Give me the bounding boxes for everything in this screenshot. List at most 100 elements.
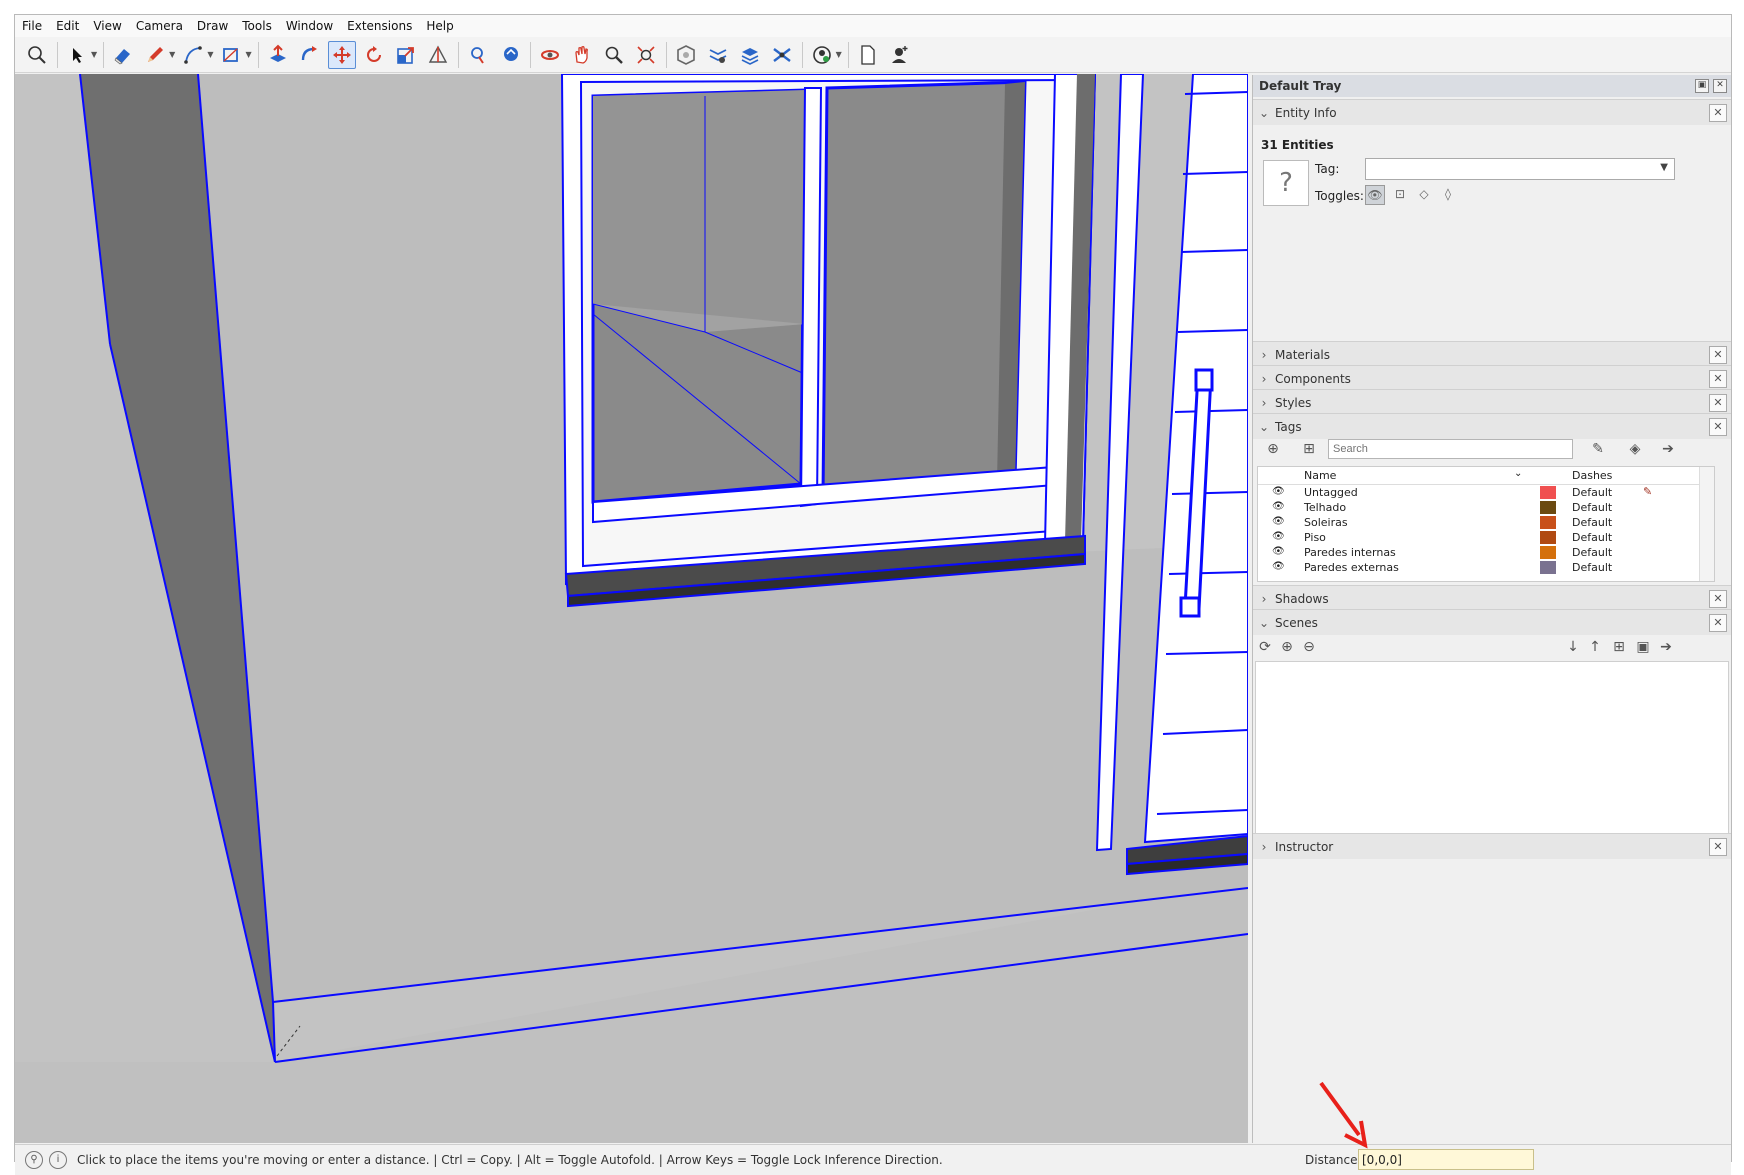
menu-file[interactable]: File — [15, 15, 49, 37]
chevron-down-icon[interactable]: ⌄ — [1514, 468, 1522, 479]
panel-tags[interactable]: ⌄ Tags ✕ — [1253, 413, 1731, 439]
eye-icon[interactable]: 👁 — [1272, 561, 1285, 572]
close-icon[interactable]: ✕ — [1709, 838, 1727, 856]
visible-eye-icon[interactable]: 👁 — [1365, 185, 1385, 205]
pan-icon[interactable] — [568, 41, 596, 69]
section-plane-icon[interactable] — [424, 41, 452, 69]
tags-scrollbar[interactable] — [1699, 467, 1714, 581]
details-icon[interactable]: ➔ — [1656, 637, 1676, 657]
pencil-dropdown-icon[interactable]: ▼ — [169, 50, 175, 59]
eye-icon[interactable]: 👁 — [1272, 486, 1285, 497]
panel-materials[interactable]: › Materials ✕ — [1253, 341, 1731, 367]
tag-color-swatch[interactable] — [1540, 501, 1556, 514]
pencil-icon[interactable] — [141, 41, 169, 69]
walk-icon[interactable] — [496, 41, 524, 69]
scale-icon[interactable] — [392, 41, 420, 69]
tag-color-swatch[interactable] — [1540, 561, 1556, 574]
tag-row[interactable]: 👁 Paredes externas Default — [1258, 560, 1700, 575]
close-icon[interactable]: ✕ — [1709, 394, 1727, 412]
tag-dashes[interactable]: Default — [1572, 546, 1612, 559]
eye-icon[interactable]: 👁 — [1272, 546, 1285, 557]
menu-edit[interactable]: Edit — [49, 15, 86, 37]
tag-dashes[interactable]: Default — [1572, 486, 1612, 499]
panel-instructor[interactable]: › Instructor ✕ — [1253, 833, 1731, 859]
tag-dashes[interactable]: Default — [1572, 561, 1612, 574]
tag-dashes[interactable]: Default — [1572, 531, 1612, 544]
eye-icon[interactable]: 👁 — [1272, 516, 1285, 527]
add-scene-icon[interactable]: ⊕ — [1277, 637, 1297, 657]
tag-select[interactable]: ▼ — [1365, 158, 1675, 180]
panel-scenes[interactable]: ⌄ Scenes ✕ — [1253, 609, 1731, 635]
close-icon[interactable]: ✕ — [1709, 104, 1727, 122]
cast-shadows-icon[interactable]: ◊ — [1439, 185, 1457, 203]
view-options-icon[interactable]: ⊞ — [1609, 637, 1629, 657]
tags-search-input[interactable] — [1328, 439, 1573, 459]
details-icon[interactable]: ➔ — [1658, 439, 1678, 459]
panel-shadows[interactable]: › Shadows ✕ — [1253, 585, 1731, 611]
measurements-input[interactable]: [0,0,0] — [1358, 1149, 1534, 1170]
tag-dashes[interactable]: Default — [1572, 516, 1612, 529]
panel-styles[interactable]: › Styles ✕ — [1253, 389, 1731, 415]
account-dropdown-icon[interactable]: ▼ — [836, 50, 842, 59]
arc-icon[interactable] — [179, 41, 207, 69]
col-name[interactable]: Name — [1304, 469, 1336, 482]
panel-components[interactable]: › Components ✕ — [1253, 365, 1731, 391]
close-icon[interactable]: ✕ — [1709, 418, 1727, 436]
tag-row[interactable]: 👁 Paredes internas Default — [1258, 545, 1700, 560]
col-dashes[interactable]: Dashes — [1572, 469, 1612, 482]
zoom-icon[interactable] — [600, 41, 628, 69]
menu-draw[interactable]: Draw — [190, 15, 235, 37]
menu-camera[interactable]: Camera — [129, 15, 190, 37]
zoom-window-icon[interactable] — [632, 41, 660, 69]
model-viewport[interactable] — [15, 74, 1248, 1143]
scene-thumbnail-icon[interactable]: ▣ — [1633, 637, 1653, 657]
eye-icon[interactable]: 👁 — [1272, 531, 1285, 542]
geo-location-icon[interactable]: ⚲ — [25, 1151, 43, 1169]
outer-shell-icon[interactable] — [672, 41, 700, 69]
select-dropdown-icon[interactable]: ▼ — [91, 50, 97, 59]
position-camera-icon[interactable] — [464, 41, 492, 69]
tag-color-swatch[interactable] — [1540, 546, 1556, 559]
color-by-tag-icon[interactable]: ◈ — [1625, 439, 1645, 459]
receive-shadows-icon[interactable]: ◇ — [1415, 185, 1433, 203]
union-icon[interactable] — [736, 41, 764, 69]
tag-row[interactable]: 👁 Soleiras Default — [1258, 515, 1700, 530]
tag-dashes[interactable]: Default — [1572, 501, 1612, 514]
move-up-icon[interactable]: ↑ — [1585, 637, 1605, 657]
eye-icon[interactable]: 👁 — [1272, 501, 1285, 512]
menu-extensions[interactable]: Extensions — [340, 15, 419, 37]
account-icon[interactable] — [808, 41, 836, 69]
eraser-icon[interactable] — [109, 41, 137, 69]
move-down-icon[interactable]: ↓ — [1563, 637, 1583, 657]
lock-icon[interactable]: ⊡ — [1391, 185, 1409, 203]
orbit-icon[interactable] — [536, 41, 564, 69]
solid-tools-icon[interactable] — [768, 41, 796, 69]
rotate-icon[interactable] — [360, 41, 388, 69]
zoom-extents-icon[interactable] — [23, 41, 51, 69]
user-icon[interactable] — [886, 41, 914, 69]
push-pull-icon[interactable] — [264, 41, 292, 69]
menu-window[interactable]: Window — [279, 15, 340, 37]
menu-help[interactable]: Help — [419, 15, 460, 37]
new-file-icon[interactable] — [854, 41, 882, 69]
tag-row[interactable]: 👁 Untagged Default ✎ — [1258, 485, 1700, 500]
tray-close-icon[interactable]: ✕ — [1713, 79, 1727, 93]
arc-dropdown-icon[interactable]: ▼ — [207, 50, 213, 59]
tag-color-swatch[interactable] — [1540, 486, 1556, 499]
close-icon[interactable]: ✕ — [1709, 590, 1727, 608]
add-folder-icon[interactable]: ⊞ — [1299, 439, 1319, 459]
remove-scene-icon[interactable]: ⊖ — [1299, 637, 1319, 657]
scenes-list[interactable] — [1255, 661, 1729, 835]
add-tag-icon[interactable]: ⊕ — [1263, 439, 1283, 459]
tag-color-swatch[interactable] — [1540, 516, 1556, 529]
info-icon[interactable]: i — [49, 1151, 67, 1169]
close-icon[interactable]: ✕ — [1709, 614, 1727, 632]
move-icon[interactable] — [327, 40, 356, 69]
tag-tool-icon[interactable]: ✎ — [1588, 439, 1608, 459]
intersect-icon[interactable] — [704, 41, 732, 69]
rectangle-dropdown-icon[interactable]: ▼ — [245, 50, 251, 59]
tag-row[interactable]: 👁 Piso Default — [1258, 530, 1700, 545]
menu-view[interactable]: View — [86, 15, 128, 37]
pin-icon[interactable]: ▣ — [1695, 79, 1709, 93]
follow-me-icon[interactable] — [296, 41, 324, 69]
